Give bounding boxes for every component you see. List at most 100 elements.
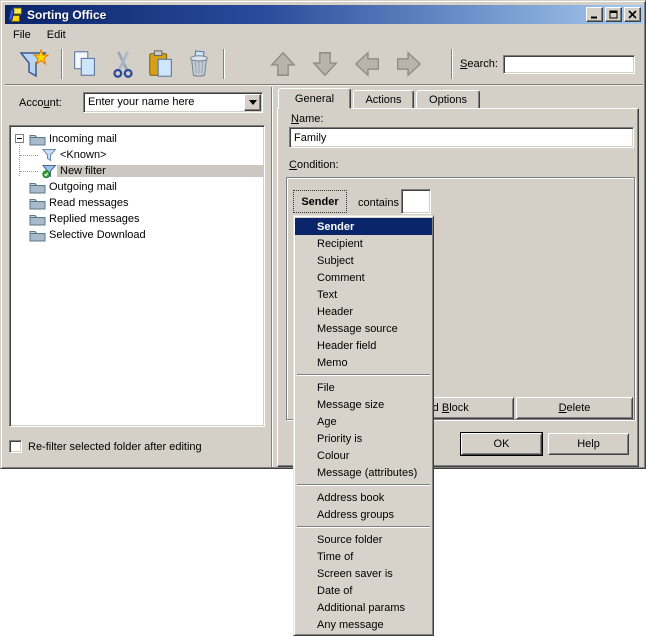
minimize-button[interactable] bbox=[586, 7, 603, 22]
arrow-right-icon bbox=[394, 49, 424, 79]
arrow-down-icon bbox=[310, 49, 340, 79]
account-label: Account: bbox=[19, 97, 62, 109]
move-down-button[interactable] bbox=[307, 46, 343, 82]
dropdown-item-screen-saver-is[interactable]: Screen saver is bbox=[295, 565, 432, 582]
delete-button[interactable] bbox=[181, 46, 217, 82]
condition-operator[interactable]: contains bbox=[358, 197, 399, 209]
cut-icon bbox=[108, 49, 138, 79]
move-right-button[interactable] bbox=[391, 46, 427, 82]
tree-item-incoming-mail[interactable]: Incoming mail bbox=[10, 131, 264, 147]
dropdown-item-date-of[interactable]: Date of bbox=[295, 582, 432, 599]
tab-general[interactable]: General bbox=[278, 88, 351, 109]
move-left-button[interactable] bbox=[349, 46, 385, 82]
dropdown-separator bbox=[297, 371, 430, 379]
condition-label: Condition: bbox=[289, 159, 339, 171]
tree-item-label: Incoming mail bbox=[46, 132, 120, 146]
condition-value-box[interactable] bbox=[401, 189, 431, 214]
cut-button[interactable] bbox=[105, 46, 141, 82]
refilter-checkbox-label: Re-filter selected folder after editing bbox=[28, 441, 202, 453]
tree-item-outgoing-mail[interactable]: Outgoing mail bbox=[10, 179, 264, 195]
account-combobox-dropdown-button[interactable] bbox=[244, 94, 261, 111]
refilter-option: Re-filter selected folder after editing bbox=[9, 440, 202, 453]
copy-button[interactable] bbox=[67, 46, 103, 82]
tree-item-label: <Known> bbox=[57, 148, 109, 162]
condition-field-dropdown: Sender Recipient Subject Comment Text He… bbox=[293, 215, 434, 636]
paste-button[interactable] bbox=[143, 46, 179, 82]
delete-icon bbox=[184, 49, 214, 79]
titlebar: Sorting Office bbox=[5, 5, 643, 24]
menu-edit[interactable]: Edit bbox=[39, 27, 74, 43]
dropdown-item-additional-params[interactable]: Additional params bbox=[295, 599, 432, 616]
tab-options[interactable]: Options bbox=[416, 90, 480, 109]
close-button[interactable] bbox=[624, 7, 641, 22]
tree-item-label: Outgoing mail bbox=[46, 180, 120, 194]
ok-button[interactable]: OK bbox=[461, 433, 542, 455]
help-button[interactable]: Help bbox=[548, 433, 629, 455]
account-combobox-value: Enter your name here bbox=[84, 93, 243, 112]
chevron-down-icon bbox=[249, 100, 257, 109]
toolbar-separator bbox=[451, 49, 453, 79]
tree-item-label: New filter bbox=[57, 164, 109, 178]
dropdown-item-address-groups[interactable]: Address groups bbox=[295, 506, 432, 523]
app-icon bbox=[7, 7, 23, 23]
dropdown-item-message-source[interactable]: Message source bbox=[295, 320, 432, 337]
tree-item-known[interactable]: <Known> bbox=[10, 147, 264, 163]
dropdown-item-memo[interactable]: Memo bbox=[295, 354, 432, 371]
dropdown-item-colour[interactable]: Colour bbox=[295, 447, 432, 464]
filter-active-icon bbox=[42, 164, 57, 178]
dropdown-item-file[interactable]: File bbox=[295, 379, 432, 396]
arrow-up-icon bbox=[268, 49, 298, 79]
new-filter-button[interactable] bbox=[15, 46, 51, 82]
dropdown-item-priority-is[interactable]: Priority is bbox=[295, 430, 432, 447]
dropdown-item-message-attributes[interactable]: Message (attributes) bbox=[295, 464, 432, 481]
menubar: File Edit bbox=[5, 25, 643, 44]
toolbar-separator bbox=[223, 49, 225, 79]
menu-file[interactable]: File bbox=[5, 27, 39, 43]
toolbar: Search: bbox=[5, 44, 643, 85]
dropdown-item-subject[interactable]: Subject bbox=[295, 252, 432, 269]
delete-block-button[interactable]: Delete bbox=[516, 397, 633, 419]
panel-divider bbox=[271, 87, 273, 467]
filter-icon bbox=[42, 148, 57, 162]
arrow-left-icon bbox=[352, 49, 382, 79]
maximize-button[interactable] bbox=[605, 7, 622, 22]
minimize-icon bbox=[590, 10, 599, 19]
refilter-checkbox[interactable] bbox=[9, 440, 22, 453]
filter-name-input[interactable] bbox=[289, 127, 634, 148]
account-combobox[interactable]: Enter your name here bbox=[83, 92, 263, 113]
folder-icon bbox=[29, 180, 46, 194]
close-icon bbox=[628, 10, 637, 19]
new-filter-icon bbox=[17, 48, 49, 80]
tree-item-new-filter[interactable]: New filter bbox=[10, 163, 264, 179]
copy-icon bbox=[70, 49, 100, 79]
paste-icon bbox=[146, 49, 176, 79]
dropdown-item-address-book[interactable]: Address book bbox=[295, 489, 432, 506]
folder-tree: Incoming mail <Known> New filter bbox=[9, 125, 265, 427]
tree-item-label: Selective Download bbox=[46, 228, 149, 242]
tree-item-replied-messages[interactable]: Replied messages bbox=[10, 211, 264, 227]
dropdown-item-comment[interactable]: Comment bbox=[295, 269, 432, 286]
name-label: Name: bbox=[291, 113, 323, 125]
tree-item-read-messages[interactable]: Read messages bbox=[10, 195, 264, 211]
tab-actions[interactable]: Actions bbox=[353, 90, 414, 109]
condition-field-button[interactable]: Sender bbox=[293, 190, 347, 213]
dropdown-item-age[interactable]: Age bbox=[295, 413, 432, 430]
dropdown-item-sender[interactable]: Sender bbox=[295, 218, 432, 235]
dropdown-item-text[interactable]: Text bbox=[295, 286, 432, 303]
dropdown-item-header[interactable]: Header bbox=[295, 303, 432, 320]
collapse-icon[interactable] bbox=[15, 134, 24, 143]
dropdown-item-header-field[interactable]: Header field bbox=[295, 337, 432, 354]
toolbar-separator bbox=[61, 49, 63, 79]
folder-icon bbox=[29, 228, 46, 242]
dropdown-item-message-size[interactable]: Message size bbox=[295, 396, 432, 413]
move-up-button[interactable] bbox=[265, 46, 301, 82]
dropdown-item-any-message[interactable]: Any message bbox=[295, 616, 432, 633]
dropdown-separator bbox=[297, 481, 430, 489]
tree-item-selective-download[interactable]: Selective Download bbox=[10, 227, 264, 243]
maximize-icon bbox=[609, 10, 618, 19]
search-input[interactable] bbox=[503, 55, 635, 74]
dropdown-item-time-of[interactable]: Time of bbox=[295, 548, 432, 565]
dropdown-item-recipient[interactable]: Recipient bbox=[295, 235, 432, 252]
dropdown-item-source-folder[interactable]: Source folder bbox=[295, 531, 432, 548]
tree-item-label: Read messages bbox=[46, 196, 132, 210]
